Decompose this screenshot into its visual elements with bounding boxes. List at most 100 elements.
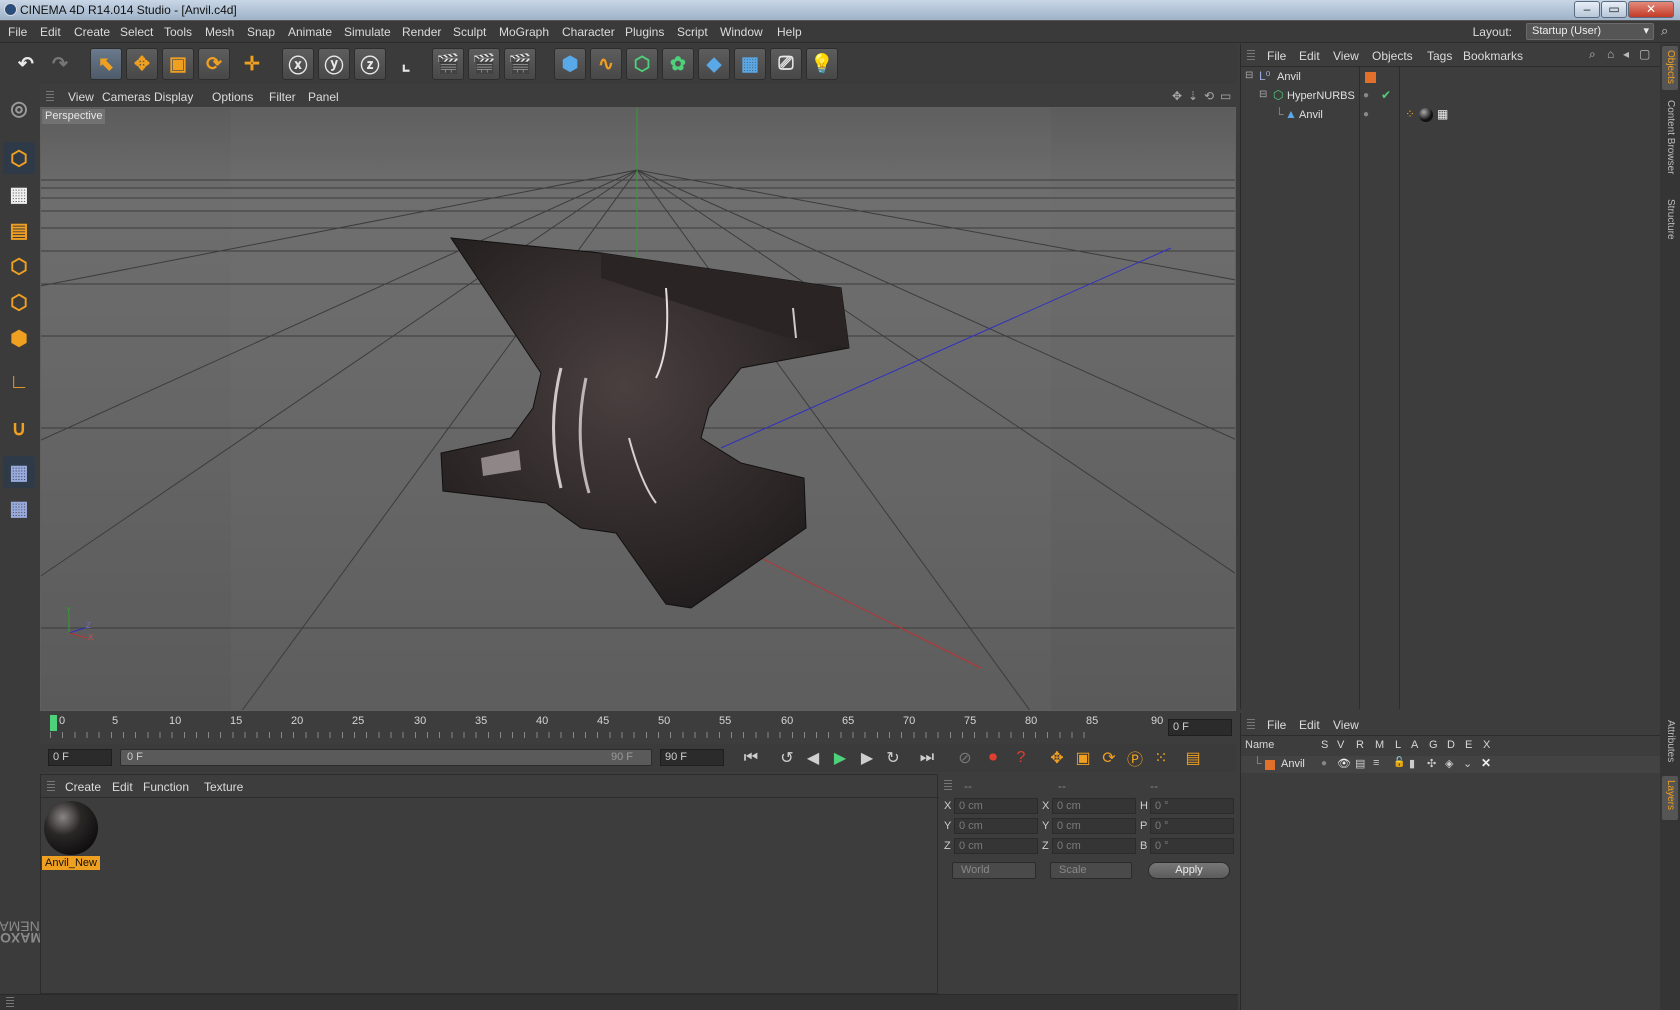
menu-simulate[interactable]: Simulate — [344, 25, 391, 39]
tab-attributes[interactable]: Attributes — [1665, 720, 1676, 762]
snap-magnet-icon[interactable]: ∪ — [3, 412, 35, 444]
gripper-icon[interactable] — [6, 997, 14, 1009]
column-name[interactable]: Name — [1245, 739, 1274, 751]
keyframe-selection-icon[interactable]: ? — [1008, 745, 1034, 771]
menu-snap[interactable]: Snap — [247, 25, 275, 39]
planar-workplane-icon[interactable]: ▦ — [3, 492, 35, 524]
menu-plugins[interactable]: Plugins — [625, 25, 664, 39]
pan-icon[interactable]: ✥ — [1172, 89, 1182, 103]
x-axis-lock-icon[interactable]: ⓧ — [282, 48, 314, 80]
layer-color-tag[interactable] — [1365, 72, 1376, 83]
tab-structure[interactable]: Structure — [1665, 199, 1676, 240]
toggle-view-icon[interactable]: ▭ — [1220, 89, 1231, 103]
timeline-ruler[interactable]: 0 5 10 15 20 25 30 35 40 45 50 55 60 65 … — [40, 713, 1236, 743]
material-menu-texture[interactable]: Texture — [204, 780, 243, 794]
menu-edit[interactable]: Edit — [40, 25, 61, 39]
uvw-tag-icon[interactable]: ▦ — [1437, 107, 1448, 121]
y-axis-lock-icon[interactable]: ⓨ — [318, 48, 350, 80]
rotate-tool-icon[interactable]: ⟳ — [198, 48, 230, 80]
position-x-field[interactable]: 0 cm — [954, 798, 1038, 814]
xref-toggle-icon[interactable]: ✕ — [1481, 756, 1491, 770]
coordinate-space-dropdown[interactable]: World — [952, 862, 1036, 879]
menu-file[interactable]: File — [8, 25, 27, 39]
object-row[interactable]: ⊟ L⁰ Anvil — [1241, 68, 1661, 87]
edge-mode-icon[interactable]: ⬡ — [3, 286, 35, 318]
animation-toggle-icon[interactable]: ▮ — [1409, 757, 1415, 770]
enabled-check-icon[interactable]: ✔ — [1381, 88, 1391, 102]
camera-icon[interactable]: ⎚ — [770, 48, 802, 80]
size-y-field[interactable]: 0 cm — [1052, 818, 1136, 834]
position-y-field[interactable]: 0 cm — [954, 818, 1038, 834]
viewport-menu-view[interactable]: View — [68, 90, 94, 104]
move-tool-icon[interactable]: ✥ — [126, 48, 158, 80]
gripper-icon[interactable] — [46, 91, 54, 103]
menu-tools[interactable]: Tools — [164, 25, 192, 39]
undo-icon[interactable]: ↶ — [10, 48, 42, 80]
go-to-end-icon[interactable]: ⏭ — [914, 745, 940, 771]
new-view-icon[interactable]: ▢ — [1639, 47, 1650, 61]
floor-scene-icon[interactable]: ▦ — [734, 48, 766, 80]
column-locked[interactable]: L — [1395, 739, 1401, 751]
viewport-menu-options[interactable]: Options — [212, 90, 253, 104]
play-icon[interactable]: ▶ — [827, 745, 853, 771]
visibility-dot-icon[interactable]: ● — [1363, 90, 1369, 101]
point-mode-icon[interactable]: ⬡ — [3, 250, 35, 282]
menu-select[interactable]: Select — [120, 25, 153, 39]
tab-layers[interactable]: Layers — [1665, 780, 1676, 810]
autokey-icon[interactable]: ⏺ — [980, 745, 1006, 771]
viewport-menu-filter[interactable]: Filter — [269, 90, 296, 104]
live-selection-icon[interactable]: ⬉ — [90, 48, 122, 80]
viewport-menu-cameras[interactable]: Cameras — [102, 90, 151, 104]
rotation-h-field[interactable]: 0 ° — [1150, 798, 1234, 814]
menu-create[interactable]: Create — [74, 25, 110, 39]
previous-keyframe-icon[interactable]: ↺ — [774, 745, 800, 771]
material-menu-function[interactable]: Function — [143, 780, 189, 794]
column-generators[interactable]: G — [1429, 739, 1438, 751]
expression-toggle-icon[interactable]: ⌄ — [1463, 757, 1472, 770]
layer-name[interactable]: Anvil — [1281, 758, 1305, 770]
end-frame-field[interactable]: 90 F — [660, 749, 724, 766]
material-tag-icon[interactable] — [1419, 108, 1433, 122]
cube-primitive-icon[interactable]: ⬢ — [554, 48, 586, 80]
layer-row[interactable]: └ Anvil ● 👁 ▤ ≡ 🔓 ▮ ✣ ◈ ⌄ ✕ — [1241, 756, 1661, 773]
column-solo[interactable]: S — [1321, 739, 1328, 751]
object-name[interactable]: Anvil — [1277, 71, 1301, 83]
close-button[interactable]: ✕ — [1628, 1, 1674, 18]
objects-menu-edit[interactable]: Edit — [1299, 49, 1320, 63]
rotation-p-field[interactable]: 0 ° — [1150, 818, 1234, 834]
tab-content-browser[interactable]: Content Browser — [1665, 100, 1676, 174]
gripper-icon[interactable] — [47, 781, 55, 793]
menu-script[interactable]: Script — [677, 25, 708, 39]
column-deformers[interactable]: D — [1447, 739, 1455, 751]
gripper-icon[interactable] — [1247, 719, 1255, 731]
axis-mode-icon[interactable]: ∟ — [3, 366, 35, 398]
z-axis-lock-icon[interactable]: ⓩ — [354, 48, 386, 80]
menu-animate[interactable]: Animate — [288, 25, 332, 39]
size-z-field[interactable]: 0 cm — [1052, 838, 1136, 854]
maximize-button[interactable]: ▭ — [1601, 1, 1627, 18]
current-frame-field[interactable]: 0 F — [1168, 719, 1232, 736]
view-toggle-icon[interactable]: 👁 — [1337, 757, 1351, 770]
menu-window[interactable]: Window — [720, 25, 763, 39]
objects-menu-view[interactable]: View — [1333, 49, 1359, 63]
workplane-mode-icon[interactable]: ▤ — [3, 214, 35, 246]
column-view[interactable]: V — [1337, 739, 1344, 751]
redo-icon[interactable]: ↷ — [44, 48, 76, 80]
home-icon[interactable]: ⌂ — [1607, 47, 1614, 61]
orbit-icon[interactable]: ⟲ — [1204, 89, 1214, 103]
render-toggle-icon[interactable]: ▤ — [1355, 757, 1365, 770]
object-row[interactable]: └ ▲ Anvil ● ⁘ ▦ — [1241, 106, 1661, 125]
dolly-icon[interactable]: ⇣ — [1188, 89, 1198, 103]
key-scale-icon[interactable]: ▣ — [1070, 745, 1096, 771]
lock-toggle-icon[interactable]: 🔓 — [1393, 757, 1405, 768]
workplane-lock-icon[interactable]: ▦ — [3, 456, 35, 488]
render-view-icon[interactable]: 🎬 — [432, 48, 464, 80]
column-manager[interactable]: M — [1375, 739, 1384, 751]
menu-character[interactable]: Character — [562, 25, 615, 39]
scale-tool-icon[interactable]: ▣ — [162, 48, 194, 80]
material-menu-create[interactable]: Create — [65, 780, 101, 794]
layers-menu-file[interactable]: File — [1267, 718, 1286, 732]
manager-toggle-icon[interactable]: ≡ — [1373, 757, 1379, 769]
solo-toggle-icon[interactable]: ● — [1321, 758, 1327, 769]
key-parameter-icon[interactable]: Ⓟ — [1122, 745, 1148, 771]
